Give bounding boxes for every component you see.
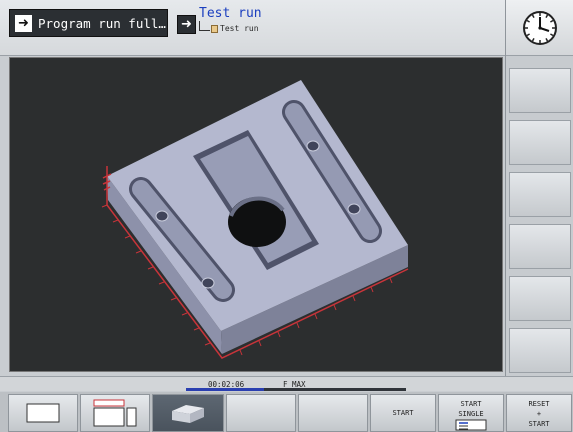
hole-3 xyxy=(306,140,320,152)
start-single-line2: SINGLE xyxy=(458,410,484,418)
reset-start-line1: RESET xyxy=(528,400,550,408)
machine-mode-indicator[interactable]: ➜ Program run full… xyxy=(9,9,168,37)
sub-mode: Test run xyxy=(199,21,259,33)
clock-display xyxy=(506,0,573,56)
softkey-3d-view[interactable] xyxy=(152,394,224,432)
vertical-softkey-6[interactable] xyxy=(509,328,571,373)
hole-2 xyxy=(201,277,215,289)
program-progress-fill xyxy=(186,388,265,391)
softkey-empty-4[interactable] xyxy=(226,394,296,432)
status-indicator-bar xyxy=(336,388,406,391)
start-button[interactable]: START xyxy=(370,394,436,432)
softkey-empty-5[interactable] xyxy=(298,394,368,432)
softkey-row: START START SINGLE RESET + START xyxy=(0,392,573,432)
vertical-softkey-bar xyxy=(505,0,573,378)
single-window-icon xyxy=(26,403,60,423)
softkey-split-view[interactable] xyxy=(80,394,150,432)
programming-mode-indicator[interactable]: ➜ Test run Test run xyxy=(177,6,262,39)
mode-header: ➜ Program run full… ➜ Test run Test run xyxy=(0,0,505,56)
reset-start-line3: START xyxy=(528,420,550,428)
test-run-graphic xyxy=(9,57,503,372)
hole-1 xyxy=(155,210,169,222)
sub-mode-label: Test run xyxy=(220,24,259,33)
vertical-softkey-5[interactable] xyxy=(509,276,571,321)
file-icon xyxy=(211,24,218,33)
split-view-icon xyxy=(93,399,137,427)
start-label: START xyxy=(392,409,414,417)
reset-start-line2: + xyxy=(536,410,542,418)
3d-block-icon xyxy=(172,405,204,423)
start-single-button[interactable]: START SINGLE xyxy=(438,394,504,432)
hole-4 xyxy=(347,203,361,215)
tnc-screen: ➜ Program run full… ➜ Test run Test run xyxy=(0,0,573,432)
clock-icon xyxy=(523,10,557,45)
vertical-softkey-4[interactable] xyxy=(509,224,571,269)
tree-branch-icon xyxy=(199,21,210,31)
arrow-right-icon: ➜ xyxy=(177,14,196,34)
vertical-softkey-1[interactable] xyxy=(509,68,571,113)
vertical-softkey-3[interactable] xyxy=(509,172,571,217)
arrow-right-icon: ➜ xyxy=(15,14,32,32)
machine-mode-label: Program run full… xyxy=(38,15,166,31)
vertical-softkey-2[interactable] xyxy=(509,120,571,165)
programming-mode-label: Test run xyxy=(199,6,262,21)
reset-start-button[interactable]: RESET + START xyxy=(506,394,572,432)
workpiece-3d-view xyxy=(101,80,409,359)
single-step-icon xyxy=(455,419,487,431)
start-single-line1: START xyxy=(460,400,482,408)
softkey-single-window[interactable] xyxy=(8,394,78,432)
